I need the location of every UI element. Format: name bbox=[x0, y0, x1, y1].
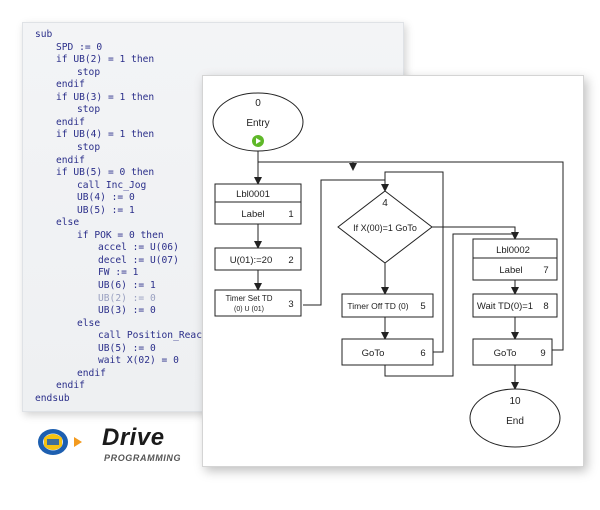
code-line: UB(4) := 0 bbox=[77, 192, 135, 204]
code-line: else bbox=[56, 217, 80, 229]
code-line: accel := U(06) bbox=[98, 242, 179, 254]
code-line: wait X(02) = 0 bbox=[98, 355, 179, 367]
timer-set-number: 3 bbox=[288, 299, 293, 310]
end-number: 10 bbox=[509, 396, 521, 407]
goto2-text: GoTo bbox=[494, 348, 517, 359]
assign-text: U(01):=20 bbox=[230, 255, 273, 266]
code-line: UB(5) := 0 bbox=[98, 342, 156, 354]
label-node-lbl0001[interactable]: Lbl0001 Label 1 bbox=[214, 183, 302, 225]
code-line: if POK = 0 then bbox=[77, 229, 164, 241]
code-line: endif bbox=[56, 154, 85, 166]
code-line: decel := U(07) bbox=[98, 254, 179, 266]
code-line: endif bbox=[56, 79, 85, 91]
code-line: if UB(2) = 1 then bbox=[56, 54, 155, 66]
label2-number: 7 bbox=[543, 265, 548, 276]
label1-type: Label bbox=[241, 209, 264, 220]
code-line: UB(6) := 1 bbox=[98, 280, 156, 291]
goto1-text: GoTo bbox=[362, 348, 385, 359]
code-line: stop bbox=[77, 141, 101, 153]
code-line: endsub bbox=[35, 392, 70, 404]
code-line: endif bbox=[56, 116, 85, 128]
code-line: UB(3) := 0 bbox=[98, 305, 156, 317]
label2-type: Label bbox=[499, 265, 522, 276]
goto-node-9[interactable]: GoTo 9 bbox=[472, 338, 553, 366]
logo-arrow-icon bbox=[74, 437, 82, 447]
wait-node[interactable]: Wait TD(0)=1 8 bbox=[472, 293, 558, 318]
label-node-lbl0002[interactable]: Lbl0002 Label 7 bbox=[472, 238, 558, 281]
entry-label: Entry bbox=[246, 118, 269, 129]
code-line: UB(5) := 1 bbox=[77, 204, 135, 216]
code-line: if UB(3) = 1 then bbox=[56, 91, 155, 103]
label1-name: Lbl0001 bbox=[236, 189, 270, 200]
decision-number: 4 bbox=[382, 198, 388, 209]
wait-number: 8 bbox=[543, 301, 548, 312]
code-line: stop bbox=[77, 66, 101, 78]
code-line: FW := 1 bbox=[98, 267, 139, 279]
code-line: else bbox=[77, 317, 101, 329]
logo-emblem-icon bbox=[38, 429, 82, 455]
end-label: End bbox=[506, 416, 524, 427]
assign-node[interactable]: U(01):=20 2 bbox=[214, 247, 302, 271]
code-line: call Position_Reac bbox=[98, 330, 202, 342]
end-node[interactable]: 10 End bbox=[469, 388, 561, 448]
timer-set-line1: Timer Set TD bbox=[225, 294, 272, 303]
code-line: call Inc_Jog bbox=[77, 179, 147, 191]
logo-wordmark: Drive bbox=[102, 424, 165, 451]
flowchart-panel: 0 Entry Lbl0001 Label 1 U(01):=20 2 Time… bbox=[202, 75, 584, 467]
drive-programming-logo: Drive PROGRAMMING bbox=[36, 422, 196, 470]
code-line: stop bbox=[77, 104, 101, 116]
logo-subtitle: PROGRAMMING bbox=[104, 453, 182, 463]
label2-name: Lbl0002 bbox=[496, 245, 530, 256]
wait-text: Wait TD(0)=1 bbox=[477, 301, 533, 312]
code-line: endif bbox=[56, 380, 85, 392]
entry-number: 0 bbox=[255, 98, 261, 109]
goto-node-6[interactable]: GoTo 6 bbox=[341, 338, 434, 366]
code-line: if UB(5) = 0 then bbox=[56, 167, 155, 179]
timer-set-line2: (0) U (01) bbox=[234, 306, 264, 313]
code-line: sub bbox=[35, 29, 53, 40]
timer-set-node[interactable]: Timer Set TD (0) U (01) 3 bbox=[214, 289, 302, 317]
flowchart-canvas: 0 Entry Lbl0001 Label 1 U(01):=20 2 Time… bbox=[212, 92, 564, 448]
timer-off-text: Timer Off TD (0) bbox=[347, 301, 408, 311]
decision-text: If X(00)=1 GoTo bbox=[353, 223, 417, 233]
code-line: SPD := 0 bbox=[56, 41, 103, 53]
timer-off-node[interactable]: Timer Off TD (0) 5 bbox=[341, 293, 434, 318]
label1-number: 1 bbox=[288, 209, 293, 220]
code-line: if UB(4) = 1 then bbox=[56, 129, 155, 141]
code-line: UB(2) := 0 bbox=[98, 292, 156, 304]
assign-number: 2 bbox=[288, 255, 293, 266]
timer-off-number: 5 bbox=[420, 301, 425, 312]
code-line: endif bbox=[77, 367, 106, 379]
decision-node[interactable]: 4 If X(00)=1 GoTo bbox=[337, 190, 433, 264]
entry-node[interactable]: 0 Entry bbox=[212, 92, 304, 152]
goto1-number: 6 bbox=[420, 348, 425, 359]
goto2-number: 9 bbox=[540, 348, 545, 359]
